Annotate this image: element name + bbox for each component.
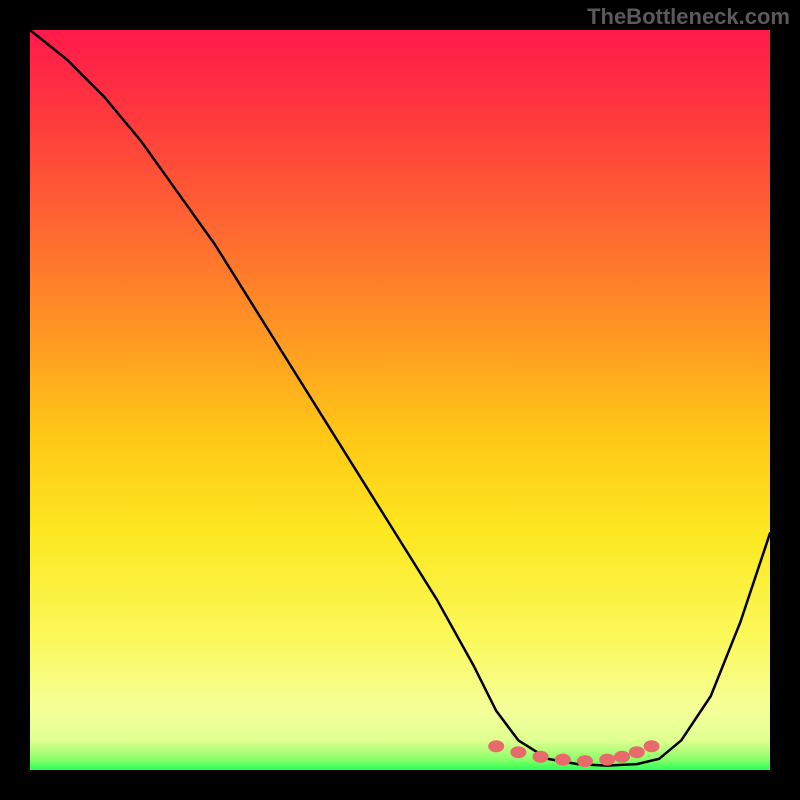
chart-frame: TheBottleneck.com — [0, 0, 800, 800]
optimal-marker — [644, 740, 660, 752]
optimal-marker — [577, 755, 593, 767]
optimal-marker — [614, 751, 630, 763]
optimal-marker — [510, 746, 526, 758]
optimal-marker — [488, 740, 504, 752]
optimal-marker — [533, 751, 549, 763]
watermark-text: TheBottleneck.com — [587, 4, 790, 30]
optimal-marker — [629, 746, 645, 758]
bottleneck-curve — [30, 30, 770, 766]
chart-svg — [30, 30, 770, 770]
optimal-marker — [555, 754, 571, 766]
optimal-marker — [599, 754, 615, 766]
